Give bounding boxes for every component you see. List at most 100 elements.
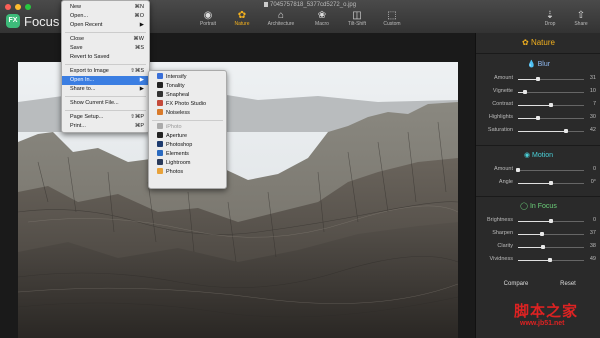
close-window-button[interactable]	[5, 4, 11, 10]
slider-label: Clarity	[497, 243, 513, 249]
vividness-slider[interactable]	[518, 258, 584, 262]
menu-item-snapheal[interactable]: Snapheal	[149, 91, 226, 100]
menu-item-page-setup[interactable]: Page Setup... ⇧⌘P	[62, 113, 149, 122]
clarity-slider[interactable]	[518, 245, 584, 249]
slider-knob[interactable]	[549, 219, 553, 223]
menu-item-open[interactable]: Open... ⌘O	[62, 12, 149, 21]
slider-knob[interactable]	[549, 181, 553, 185]
angle-slider[interactable]	[518, 181, 584, 185]
menu-item-elements[interactable]: Elements	[149, 150, 226, 159]
preset-macro-button[interactable]: ❀ Macro	[304, 10, 340, 27]
compare-button[interactable]: Compare	[494, 278, 538, 290]
slider-fill	[518, 234, 543, 235]
menu-shortcut: ⇧⌘P	[130, 114, 144, 120]
section-motion-header[interactable]: ◉ Motion	[476, 149, 600, 163]
menu-item-tonality[interactable]: Tonality	[149, 82, 226, 91]
slider-knob[interactable]	[549, 103, 553, 107]
slider-fill	[518, 247, 544, 248]
menu-item-lightroom[interactable]: Lightroom	[149, 159, 226, 168]
highlights-slider[interactable]	[518, 116, 584, 120]
fx-photo-studio-app-icon	[157, 100, 163, 106]
menu-item-aperture[interactable]: Aperture	[149, 132, 226, 141]
preset-label: Nature	[234, 21, 250, 27]
section-in-focus-header[interactable]: ◯ In Focus	[476, 200, 600, 214]
document-title: 7045757818_5377cd5272_o.jpg	[264, 2, 356, 8]
menu-item-label: Close	[70, 36, 85, 42]
slider-label: Vividness	[489, 256, 513, 262]
menu-item-show-current-file[interactable]: Show Current File...	[62, 99, 149, 108]
section-title: Motion	[532, 152, 554, 159]
preset-label: Tilt-Shift	[347, 21, 367, 27]
menu-item-label: Snapheal	[166, 92, 190, 98]
file-icon	[264, 2, 268, 7]
menu-separator	[65, 64, 146, 65]
menu-item-open-in[interactable]: Open In... ▶	[62, 76, 149, 85]
saturation-slider[interactable]	[518, 129, 584, 133]
brightness-slider[interactable]	[518, 219, 584, 223]
lightroom-app-icon	[157, 159, 163, 165]
menu-item-export-to-image[interactable]: Export to Image ⇧⌘S	[62, 67, 149, 76]
slider-knob[interactable]	[536, 77, 541, 81]
slider-knob[interactable]	[535, 116, 540, 120]
menu-separator	[152, 120, 223, 121]
menu-item-iphoto[interactable]: iPhoto	[149, 123, 226, 132]
menu-item-label: Export to Image	[70, 68, 109, 74]
menu-item-label: Open...	[70, 13, 89, 19]
architecture-icon: ⌂	[277, 10, 285, 21]
slider-knob[interactable]	[522, 90, 527, 94]
slider-row-amount: Amount 31	[476, 74, 600, 84]
slider-row-clarity: Clarity 38	[476, 242, 600, 252]
preset-nature-button[interactable]: ✿ Nature	[224, 10, 260, 27]
menu-item-noiseless[interactable]: Noiseless	[149, 109, 226, 118]
contrast-slider[interactable]	[518, 103, 584, 107]
amount-slider[interactable]	[516, 168, 584, 172]
preset-title: ✿ Nature	[522, 38, 555, 47]
menu-item-label: FX Photo Studio	[166, 101, 207, 107]
menu-separator	[65, 32, 146, 33]
vignette-slider[interactable]	[518, 90, 584, 94]
preset-portrait-button[interactable]: ◉ Portrait	[190, 10, 226, 27]
drop-button[interactable]: ⇣ Drop	[535, 10, 565, 27]
menu-item-print[interactable]: Print... ⌘P	[62, 122, 149, 131]
menu-shortcut: ▶	[139, 86, 144, 92]
portrait-icon: ◉	[203, 10, 213, 21]
preset-tilt-shift-button[interactable]: ◫ Tilt-Shift	[339, 10, 375, 27]
menu-item-open-recent[interactable]: Open Recent ▶	[62, 21, 149, 30]
menu-item-save[interactable]: Save ⌘S	[62, 44, 149, 53]
menu-item-photos[interactable]: Photos	[149, 168, 226, 177]
sharpen-slider[interactable]	[518, 232, 584, 236]
slider-knob[interactable]	[516, 168, 520, 172]
menu-item-share-to[interactable]: Share to... ▶	[62, 85, 149, 94]
reset-button[interactable]: Reset	[546, 278, 590, 290]
section-blur-header[interactable]: 💧 Blur	[476, 58, 600, 72]
slider-row-highlights: Highlights 30	[476, 113, 600, 123]
slider-fill	[518, 105, 551, 106]
preset-custom-button[interactable]: ⬚ Custom	[374, 10, 410, 27]
slider-value: 38	[589, 243, 596, 249]
zoom-window-button[interactable]	[25, 4, 31, 10]
slider-knob[interactable]	[563, 129, 568, 133]
nature-icon: ✿	[237, 10, 247, 21]
preset-architecture-button[interactable]: ⌂ Architecture	[263, 10, 299, 27]
menu-item-fx-photo-studio[interactable]: FX Photo Studio	[149, 100, 226, 109]
menu-item-close[interactable]: Close ⌘W	[62, 35, 149, 44]
menu-item-revert-to-saved[interactable]: Revert to Saved	[62, 53, 149, 62]
slider-knob[interactable]	[541, 245, 546, 249]
slider-knob[interactable]	[540, 232, 545, 236]
slider-value: 37	[589, 230, 596, 236]
share-button[interactable]: ⇧ Share	[566, 10, 596, 27]
drop-icon: ⇣	[545, 10, 555, 21]
slider-label: Vignette	[492, 88, 513, 94]
amount-slider[interactable]	[518, 77, 584, 81]
adjustments-sidebar: ✿ Nature 💧 Blur Amount 31 Vignette 10 Contras…	[475, 33, 600, 338]
focus-icon: ◯	[520, 203, 529, 210]
toolbar-label: Share	[574, 21, 588, 27]
slider-knob[interactable]	[548, 258, 553, 262]
menu-item-intensify[interactable]: Intensify	[149, 73, 226, 82]
menu-item-label: Aperture	[166, 133, 188, 139]
noiseless-app-icon	[157, 109, 163, 115]
menu-item-photoshop[interactable]: Photoshop	[149, 141, 226, 150]
menu-item-label: Tonality	[166, 83, 185, 89]
minimize-window-button[interactable]	[15, 4, 21, 10]
menu-item-new[interactable]: New ⌘N	[62, 3, 149, 12]
